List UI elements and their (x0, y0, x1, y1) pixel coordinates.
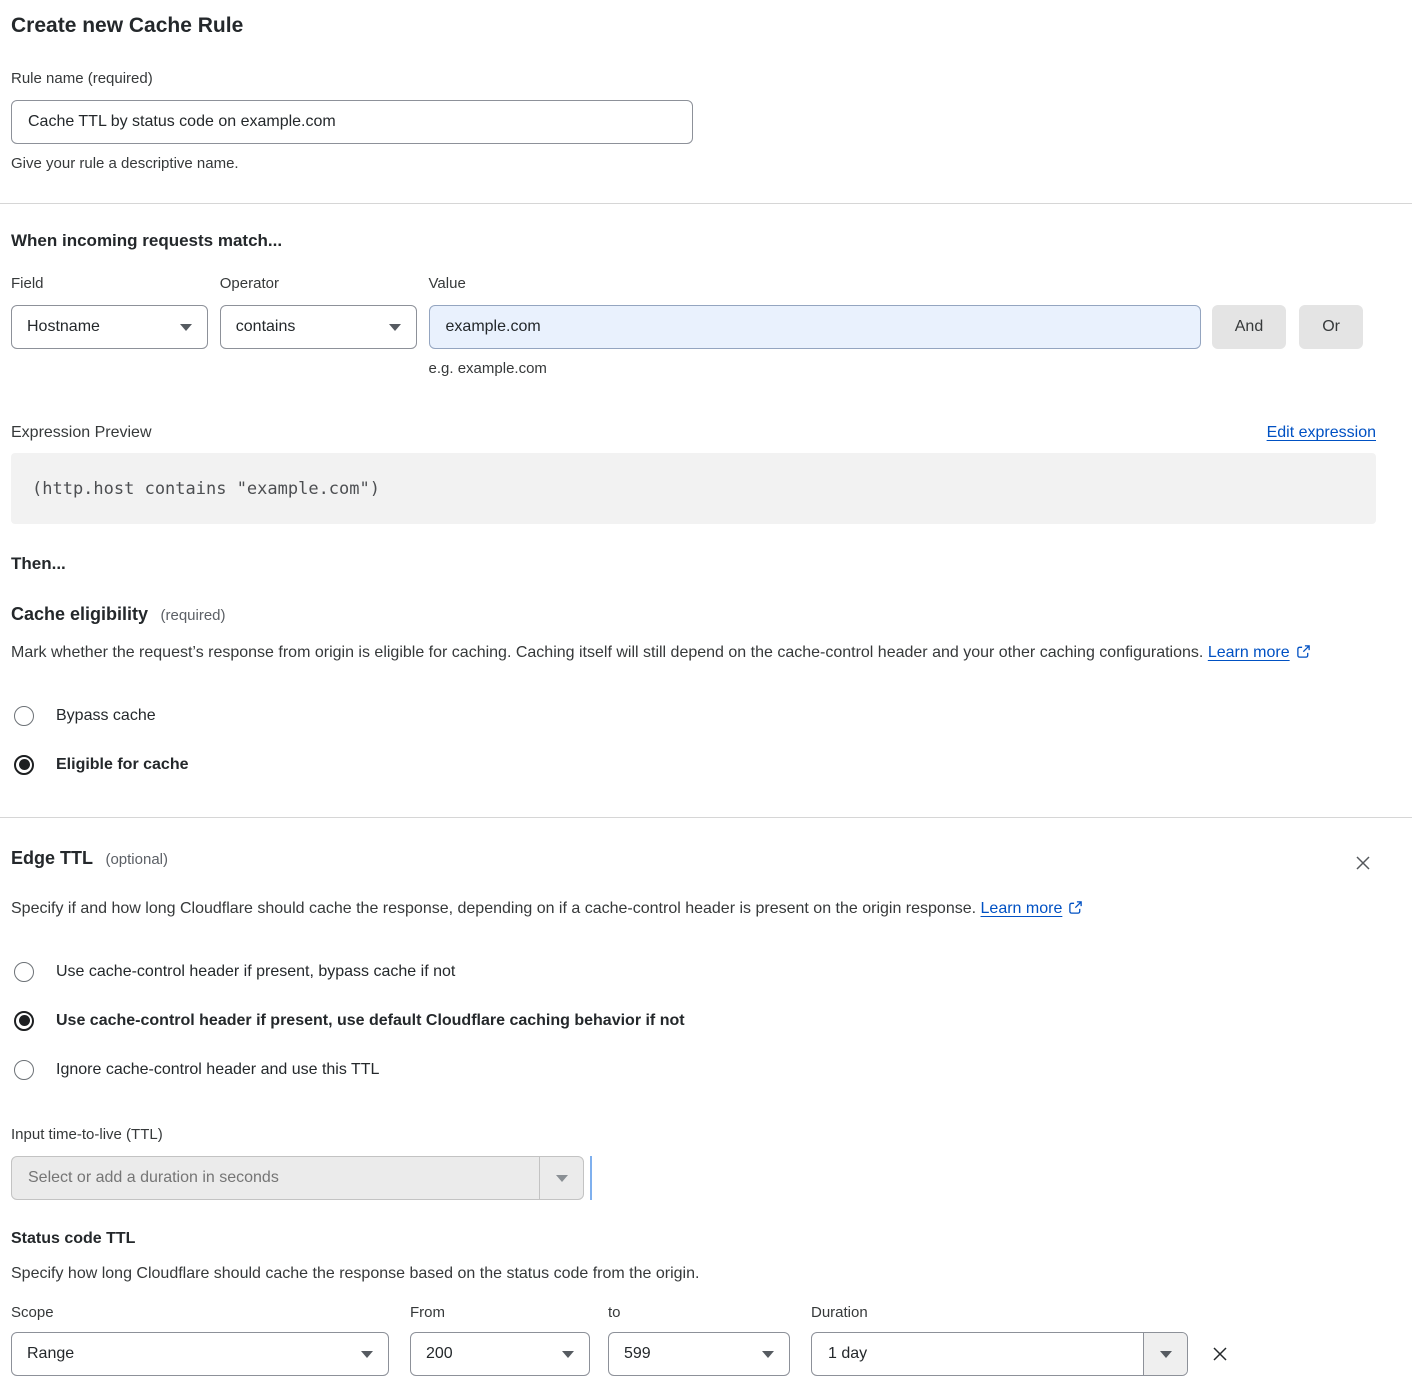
caret-down-icon (389, 324, 401, 331)
edge-ttl-option-ignore-label: Ignore cache-control header and use this… (56, 1061, 379, 1079)
edge-ttl-description: Specify if and how long Cloudflare shoul… (11, 895, 1116, 923)
bypass-cache-label: Bypass cache (56, 707, 156, 725)
cache-eligibility-description-text: Mark whether the request’s response from… (11, 644, 1203, 661)
caret-down-icon (556, 1175, 568, 1182)
required-tag: (required) (161, 607, 226, 624)
caret-down-icon (562, 1351, 574, 1358)
match-heading: When incoming requests match... (11, 231, 1376, 251)
edge-ttl-option-bypass-label: Use cache-control header if present, byp… (56, 963, 455, 981)
delete-x-icon[interactable] (1210, 1302, 1230, 1369)
from-select-value: 200 (426, 1345, 453, 1363)
caret-down-icon (1160, 1351, 1172, 1358)
duration-label: Duration (811, 1302, 1188, 1324)
eligible-for-cache-radio[interactable] (14, 755, 34, 775)
edit-expression-link[interactable]: Edit expression (1267, 424, 1376, 442)
edge-ttl-radio-ignore[interactable] (14, 1060, 34, 1080)
external-link-icon (1296, 644, 1311, 659)
status-code-ttl-heading: Status code TTL (11, 1230, 1376, 1248)
then-heading: Then... (11, 554, 1376, 574)
to-label: to (608, 1302, 790, 1324)
ttl-input-group: Input time-to-live (TTL) (11, 1124, 1376, 1200)
operator-label: Operator (220, 273, 417, 295)
operator-select-value: contains (236, 318, 296, 336)
edge-ttl-radio-bypass[interactable] (14, 962, 34, 982)
ttl-input-label: Input time-to-live (TTL) (11, 1124, 1376, 1146)
ttl-duration-caret-button[interactable] (539, 1157, 583, 1199)
close-icon[interactable] (1350, 850, 1376, 881)
edge-ttl-option-bypass[interactable]: Use cache-control header if present, byp… (11, 947, 1376, 996)
status-code-ttl-row: Scope Range From 200 to 599 (11, 1302, 1376, 1376)
eligible-for-cache-option[interactable]: Eligible for cache (11, 740, 1376, 789)
value-help: e.g. example.com (429, 358, 1201, 380)
cache-eligibility-section: Cache eligibility (required) Mark whethe… (11, 604, 1376, 789)
to-select[interactable]: 599 (608, 1332, 790, 1376)
caret-down-icon (361, 1351, 373, 1358)
section-divider (0, 817, 1412, 818)
edge-ttl-options: Use cache-control header if present, byp… (11, 947, 1376, 1094)
rule-name-label: Rule name (required) (11, 68, 1376, 90)
edge-ttl-option-default-label: Use cache-control header if present, use… (56, 1012, 685, 1030)
optional-tag: (optional) (105, 851, 168, 868)
and-button[interactable]: And (1212, 305, 1286, 349)
bypass-cache-option[interactable]: Bypass cache (11, 691, 1376, 740)
edge-ttl-description-text: Specify if and how long Cloudflare shoul… (11, 900, 976, 917)
create-cache-rule-form: Create new Cache Rule Rule name (require… (0, 0, 1412, 1400)
to-select-value: 599 (624, 1345, 651, 1363)
edge-ttl-option-default[interactable]: Use cache-control header if present, use… (11, 996, 1376, 1045)
rule-name-group: Rule name (required) Give your rule a de… (11, 68, 1376, 175)
cache-eligibility-description: Mark whether the request’s response from… (11, 639, 1356, 667)
scope-select-value: Range (27, 1345, 74, 1363)
expression-preview-box: (http.host contains "example.com") (11, 453, 1376, 524)
cache-eligibility-heading: Cache eligibility (required) (11, 604, 1376, 625)
field-select[interactable]: Hostname (11, 305, 208, 349)
eligible-for-cache-label: Eligible for cache (56, 756, 188, 774)
section-divider (0, 203, 1412, 204)
ttl-duration-select[interactable] (11, 1156, 584, 1200)
edge-ttl-section: Edge TTL (optional) Specify if and how l… (11, 848, 1376, 1376)
from-label: From (410, 1302, 590, 1324)
edge-ttl-heading: Edge TTL (optional) (11, 848, 168, 869)
caret-down-icon (180, 324, 192, 331)
duration-input[interactable] (812, 1333, 1143, 1375)
rule-name-help: Give your rule a descriptive name. (11, 153, 1376, 175)
expression-preview-row: Expression Preview Edit expression (11, 424, 1376, 442)
scope-label: Scope (11, 1302, 389, 1324)
expression-code: (http.host contains "example.com") (32, 479, 380, 499)
edge-ttl-learn-more-link[interactable]: Learn more (981, 900, 1063, 917)
focus-caret-bar (590, 1156, 592, 1200)
external-link-icon (1068, 900, 1083, 915)
value-label: Value (429, 273, 1201, 295)
duration-caret-button[interactable] (1143, 1333, 1187, 1375)
field-label: Field (11, 273, 208, 295)
status-code-ttl-description: Specify how long Cloudflare should cache… (11, 1262, 1376, 1286)
cache-eligibility-learn-more-link[interactable]: Learn more (1208, 644, 1290, 661)
value-input[interactable] (429, 305, 1201, 349)
edge-ttl-title: Edge TTL (11, 848, 93, 868)
from-select[interactable]: 200 (410, 1332, 590, 1376)
ttl-duration-input[interactable] (12, 1157, 539, 1199)
edge-ttl-radio-default[interactable] (14, 1011, 34, 1031)
cache-eligibility-title: Cache eligibility (11, 604, 148, 624)
expression-preview-label: Expression Preview (11, 424, 152, 442)
cache-eligibility-options: Bypass cache Eligible for cache (11, 691, 1376, 789)
scope-select[interactable]: Range (11, 1332, 389, 1376)
field-select-value: Hostname (27, 318, 100, 336)
duration-combobox[interactable] (811, 1332, 1188, 1376)
page-title: Create new Cache Rule (11, 14, 1376, 38)
edge-ttl-option-ignore[interactable]: Ignore cache-control header and use this… (11, 1045, 1376, 1094)
rule-name-input[interactable] (11, 100, 693, 144)
match-condition-row: Field Hostname Operator contains Value e… (11, 273, 1376, 380)
bypass-cache-radio[interactable] (14, 706, 34, 726)
or-button[interactable]: Or (1299, 305, 1363, 349)
operator-select[interactable]: contains (220, 305, 417, 349)
status-code-ttl-section: Status code TTL Specify how long Cloudfl… (11, 1230, 1376, 1376)
caret-down-icon (762, 1351, 774, 1358)
